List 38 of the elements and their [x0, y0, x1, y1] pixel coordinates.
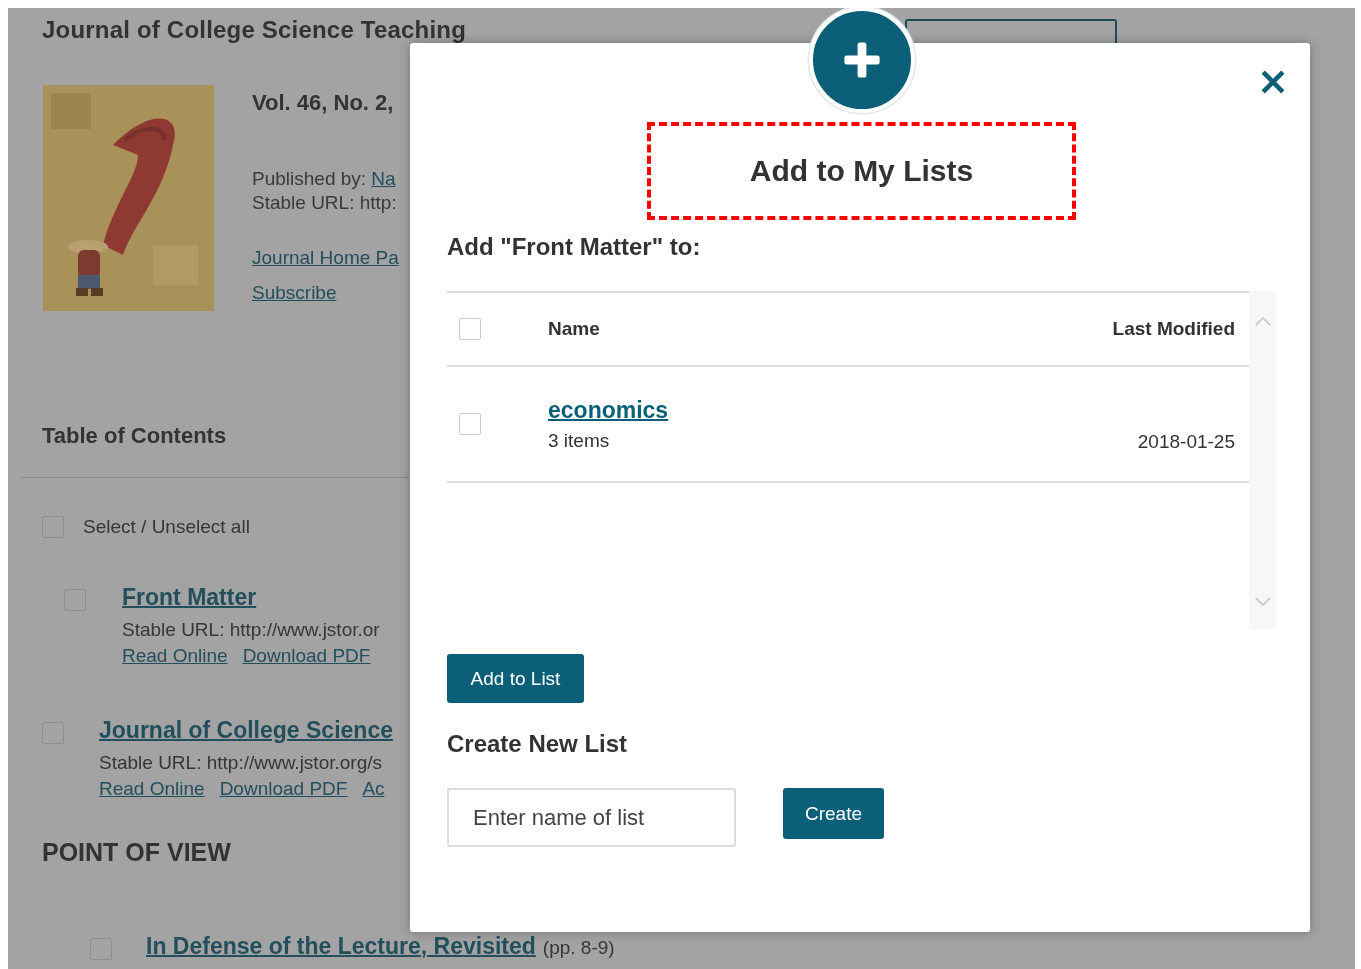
scrollbar[interactable]	[1249, 291, 1276, 629]
dialog-subtitle: Add "Front Matter" to:	[447, 233, 701, 261]
article-link[interactable]: In Defense of the Lecture, Revisited	[146, 933, 536, 960]
article-link[interactable]: Journal of College Science	[99, 717, 393, 744]
page-range: (pp. 8-9)	[542, 937, 615, 959]
stable-url: Stable URL: http:	[252, 192, 397, 214]
journal-link[interactable]: Journal Home Pa	[252, 247, 399, 269]
stable-url: Stable URL: http://www.jstor.org/s	[99, 752, 382, 774]
select-all-label: Select / Unselect all	[83, 516, 250, 538]
table-cell-text: 2018-01-25	[1137, 431, 1236, 454]
journal-link[interactable]: Subscribe	[252, 282, 337, 304]
section-heading: POINT OF VIEW	[42, 838, 231, 867]
article-link[interactable]: Front Matter	[122, 584, 257, 611]
list-name-link[interactable]: economics	[548, 396, 669, 424]
checkbox[interactable]	[459, 318, 481, 340]
action-link[interactable]: Read Online	[99, 778, 205, 800]
action-link[interactable]: Download PDF	[219, 778, 348, 800]
item-count: 3 items	[548, 429, 610, 452]
scroll-down-icon[interactable]	[1253, 596, 1272, 607]
checkbox[interactable]	[459, 413, 481, 435]
section-heading: Table of Contents	[42, 423, 227, 449]
column-header: Name	[548, 318, 601, 340]
section-heading: Create New List	[447, 730, 628, 758]
action-link[interactable]: Download PDF	[242, 645, 371, 667]
add-to-list-button[interactable]: Add to List	[447, 654, 584, 703]
action-link[interactable]: Read Online	[122, 645, 228, 667]
create-button[interactable]: Create	[783, 788, 884, 839]
published-by-label: Published by:	[252, 168, 367, 189]
journal-title: Journal of College Science Teaching	[42, 17, 466, 44]
publisher-link[interactable]: Na	[371, 168, 396, 189]
action-link[interactable]: Ac	[362, 778, 385, 800]
issue-title: Vol. 46, No. 2,	[252, 90, 394, 116]
stable-url: Stable URL: http://www.jstor.or	[122, 619, 380, 641]
dialog-title: Add to My Lists	[749, 154, 974, 188]
list-name-field[interactable]: Enter name of list	[447, 788, 736, 847]
scroll-up-icon[interactable]	[1253, 316, 1272, 327]
column-header: Last Modified	[1112, 318, 1236, 340]
close-icon[interactable]	[1259, 68, 1287, 96]
